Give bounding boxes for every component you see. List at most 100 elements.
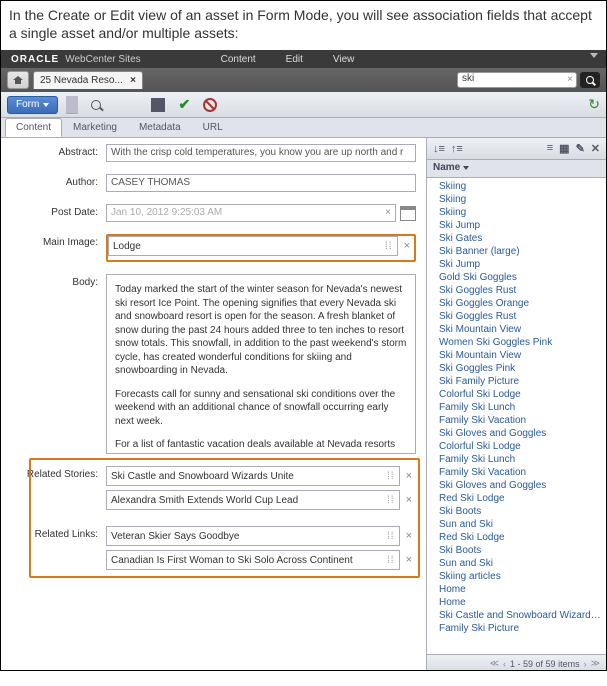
result-item[interactable]: Ski Family Picture — [427, 375, 606, 388]
result-item[interactable]: Home — [427, 596, 606, 609]
related-story-field[interactable]: Alexandra Smith Extends World Cup Lead⁞⁞ — [106, 490, 400, 510]
last-page-icon[interactable]: ≫ — [591, 658, 600, 669]
refresh-button[interactable]: ↻ — [588, 96, 600, 113]
calendar-icon[interactable] — [400, 206, 416, 221]
result-item[interactable]: Family Ski Lunch — [427, 453, 606, 466]
drag-handle-icon[interactable]: ⁞⁞ — [387, 531, 395, 542]
postdate-field[interactable]: Jan 10, 2012 9:25:03 AM× — [106, 204, 396, 222]
results-toolbar: ↓≡ ↑≡ ≡ ▦ ✎ ✕ — [427, 138, 606, 160]
save-button[interactable] — [148, 96, 168, 114]
result-item[interactable]: Ski Mountain View — [427, 323, 606, 336]
result-item[interactable]: Ski Castle and Snowboard Wizards Unite — [427, 609, 606, 622]
body-field[interactable]: Today marked the start of the winter sea… — [106, 274, 416, 454]
result-item[interactable]: Family Ski Vacation — [427, 414, 606, 427]
result-item[interactable]: Skiing — [427, 193, 606, 206]
result-item[interactable]: Skiing — [427, 206, 606, 219]
result-item[interactable]: Home — [427, 583, 606, 596]
label-body: Body: — [11, 274, 106, 454]
menu-view[interactable]: View — [333, 54, 355, 65]
result-item[interactable]: Ski Gloves and Goggles — [427, 479, 606, 492]
result-item[interactable]: Ski Gates — [427, 232, 606, 245]
result-item[interactable]: Ski Goggles Rust — [427, 310, 606, 323]
sort-desc-icon[interactable]: ↑≡ — [451, 143, 463, 155]
grid-view-icon[interactable]: ▦ — [559, 142, 569, 155]
label-abstract: Abstract: — [11, 144, 106, 162]
remove-asset-icon[interactable]: × — [402, 530, 416, 542]
result-item[interactable]: Gold Ski Goggles — [427, 271, 606, 284]
drag-handle-icon[interactable]: ⁞⁞ — [387, 495, 395, 506]
tab-marketing[interactable]: Marketing — [62, 118, 128, 137]
results-header[interactable]: Name — [427, 160, 606, 178]
result-item[interactable]: Skiing — [427, 180, 606, 193]
next-page-icon[interactable]: › — [584, 659, 587, 669]
result-item[interactable]: Ski Jump — [427, 258, 606, 271]
clear-search-icon[interactable]: × — [567, 74, 573, 85]
main-image-field[interactable]: Lodge⁞⁞ — [108, 236, 398, 256]
tab-url[interactable]: URL — [192, 118, 234, 137]
drag-handle-icon[interactable]: ⁞⁞ — [385, 241, 393, 252]
result-item[interactable]: Ski Goggles Orange — [427, 297, 606, 310]
related-story-field[interactable]: Ski Castle and Snowboard Wizards Unite⁞⁞ — [106, 466, 400, 486]
cancel-button[interactable] — [200, 96, 220, 114]
sort-asc-icon[interactable]: ↓≡ — [433, 143, 445, 155]
drag-handle-icon[interactable]: ⁞⁞ — [387, 555, 395, 566]
result-item[interactable]: Red Ski Lodge — [427, 492, 606, 505]
close-panel-icon[interactable]: ✕ — [591, 142, 600, 155]
approve-button[interactable]: ✔ — [174, 96, 194, 114]
result-item[interactable]: Family Ski Lunch — [427, 401, 606, 414]
result-item[interactable]: Ski Goggles Rust — [427, 284, 606, 297]
abstract-field[interactable]: With the crisp cold temperatures, you kn… — [106, 144, 416, 162]
body-paragraph: Forecasts call for sunny and sensational… — [115, 388, 407, 429]
label-relatedstories: Related Stories: — [11, 466, 106, 514]
drag-handle-icon[interactable]: ⁞⁞ — [387, 471, 395, 482]
result-item[interactable]: Sun and Ski — [427, 557, 606, 570]
paging-text: 1 - 59 of 59 items — [510, 659, 580, 669]
home-tab[interactable] — [7, 71, 29, 89]
preview-button[interactable] — [86, 96, 106, 114]
result-item[interactable]: Ski Banner (large) — [427, 245, 606, 258]
first-page-icon[interactable]: ≪ — [490, 658, 499, 669]
form-mode-button[interactable]: Form — [7, 96, 58, 114]
results-list[interactable]: SkiingSkiingSkiingSki JumpSki GatesSki B… — [427, 178, 606, 654]
remove-asset-icon[interactable]: × — [402, 470, 416, 482]
prev-page-icon[interactable]: ‹ — [503, 659, 506, 669]
close-tab-icon[interactable]: × — [130, 75, 136, 86]
result-item[interactable]: Ski Boots — [427, 544, 606, 557]
related-link-field[interactable]: Veteran Skier Says Goodbye⁞⁞ — [106, 526, 400, 546]
related-link-field[interactable]: Canadian Is First Woman to Ski Solo Acro… — [106, 550, 400, 570]
result-item[interactable]: Colorful Ski Lodge — [427, 440, 606, 453]
document-tab[interactable]: 25 Nevada Reso... × — [33, 71, 143, 89]
remove-main-image-icon[interactable]: × — [400, 240, 414, 252]
form-panel[interactable]: Abstract: With the crisp cold temperatur… — [1, 138, 426, 670]
oracle-logo: ORACLE — [11, 54, 59, 65]
result-item[interactable]: Ski Mountain View — [427, 349, 606, 362]
menu-edit[interactable]: Edit — [286, 54, 303, 65]
tab-content[interactable]: Content — [5, 118, 62, 137]
menu-content[interactable]: Content — [221, 54, 256, 65]
user-menu-icon[interactable] — [590, 53, 598, 58]
search-button[interactable] — [580, 72, 600, 88]
settings-icon[interactable]: ✎ — [576, 142, 585, 155]
tab-metadata[interactable]: Metadata — [128, 118, 192, 137]
remove-asset-icon[interactable]: × — [402, 494, 416, 506]
results-footer: ≪ ‹ 1 - 59 of 59 items › ≫ — [427, 654, 606, 670]
search-input[interactable]: ski × — [457, 72, 577, 88]
result-item[interactable]: Women Ski Goggles Pink — [427, 336, 606, 349]
result-item[interactable]: Red Ski Lodge — [427, 531, 606, 544]
list-view-icon[interactable]: ≡ — [547, 142, 553, 155]
result-item[interactable]: Ski Gloves and Goggles — [427, 427, 606, 440]
result-item[interactable]: Sun and Ski — [427, 518, 606, 531]
result-item[interactable]: Ski Goggles Pink — [427, 362, 606, 375]
chevron-down-icon — [43, 103, 49, 107]
brand-bar: ORACLE WebCenter Sites Content Edit View — [1, 50, 606, 68]
author-field[interactable]: CASEY THOMAS — [106, 174, 416, 192]
toolbar: Form ✔ ↻ — [1, 92, 606, 118]
remove-asset-icon[interactable]: × — [402, 554, 416, 566]
result-item[interactable]: Colorful Ski Lodge — [427, 388, 606, 401]
result-item[interactable]: Skiing articles — [427, 570, 606, 583]
clear-date-icon[interactable]: × — [385, 207, 391, 218]
result-item[interactable]: Family Ski Picture — [427, 622, 606, 635]
result-item[interactable]: Ski Boots — [427, 505, 606, 518]
result-item[interactable]: Ski Jump — [427, 219, 606, 232]
result-item[interactable]: Family Ski Vacation — [427, 466, 606, 479]
